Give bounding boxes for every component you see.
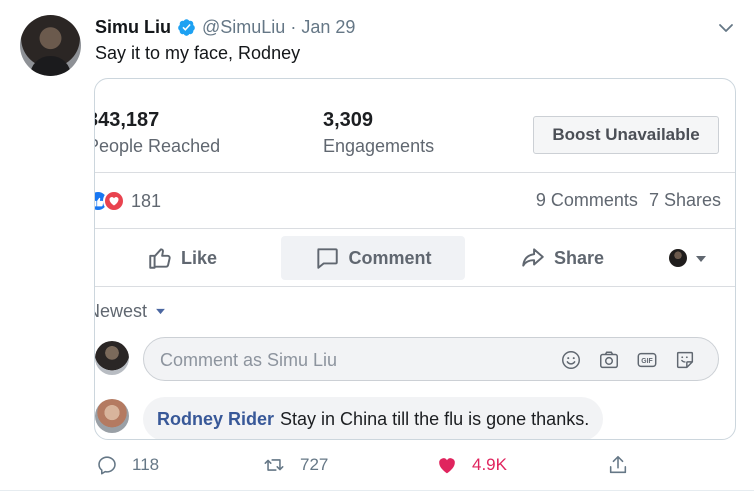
chevron-down-icon[interactable]	[716, 18, 736, 38]
reaction-count: 181	[131, 190, 162, 211]
comment-button[interactable]: Comment	[281, 236, 465, 280]
share-tweet-button[interactable]	[607, 452, 643, 478]
verified-badge-icon	[178, 18, 195, 36]
camera-icon[interactable]	[598, 349, 620, 371]
author-name[interactable]: Simu Liu	[95, 17, 171, 38]
like-button[interactable]: Like	[127, 236, 237, 280]
page-avatar-selector[interactable]	[669, 249, 687, 267]
thumbs-up-icon	[149, 248, 171, 269]
share-button[interactable]: Share	[507, 236, 617, 280]
like-tweet-button[interactable]: 4.9K	[436, 452, 507, 478]
stat-people-reached: 343,187 People Reached	[94, 109, 221, 157]
caret-down-icon	[156, 308, 165, 315]
share-label: Share	[553, 247, 605, 268]
divider	[95, 172, 735, 173]
tweet-date[interactable]: Jan 29	[301, 17, 355, 38]
retweet-icon	[264, 459, 284, 471]
emoji-icon[interactable]	[560, 349, 582, 371]
comments-count[interactable]: 9 Comments	[536, 190, 638, 210]
commenter-avatar[interactable]	[95, 399, 129, 433]
like-count: 4.9K	[472, 455, 507, 474]
comment-text: Stay in China till the flu is gone thank…	[280, 408, 590, 429]
comment-author[interactable]: Rodney Rider	[157, 409, 274, 430]
reply-count: 118	[132, 455, 160, 474]
comment-input-box[interactable]: GIF	[143, 337, 719, 381]
author-avatar[interactable]	[20, 15, 81, 76]
comment-label: Comment	[348, 247, 432, 268]
facebook-screenshot-card[interactable]: 343,187 People Reached 3,309 Engagements…	[94, 78, 736, 440]
reply-icon	[98, 456, 116, 475]
caret-down-icon[interactable]	[695, 255, 707, 263]
tweet-text: Say it to my face, Rodney	[95, 43, 301, 63]
divider	[95, 286, 735, 287]
stat-label: Engagements	[323, 136, 435, 156]
sticker-icon[interactable]	[674, 349, 696, 371]
stat-label: People Reached	[94, 136, 221, 156]
shares-count[interactable]: 7 Shares	[649, 190, 721, 210]
comment-bubble-icon	[317, 248, 339, 269]
tweet-header: Simu Liu @SimuLiu · Jan 29	[95, 16, 355, 38]
share-upload-icon	[609, 455, 627, 474]
tweet[interactable]: Simu Liu @SimuLiu · Jan 29 Say it to my …	[0, 0, 754, 491]
sort-label: Newest	[95, 301, 148, 321]
engagement-counts: 9 Comments 7 Shares	[536, 190, 721, 211]
comment-bubble: Rodney Rider Stay in China till the flu …	[143, 397, 604, 439]
svg-text:GIF: GIF	[641, 358, 652, 365]
reply-button[interactable]: 118	[96, 452, 159, 478]
stat-value: 3,309	[323, 109, 374, 131]
share-arrow-icon	[522, 248, 544, 267]
retweet-count: 727	[300, 455, 329, 474]
comment-sort-dropdown[interactable]: Newest	[95, 301, 166, 322]
comment-input[interactable]	[160, 348, 540, 372]
author-handle[interactable]: @SimuLiu	[202, 17, 285, 38]
boost-button[interactable]: Boost Unavailable	[533, 116, 719, 154]
retweet-button[interactable]: 727	[262, 452, 328, 478]
reactions-summary[interactable]: 181	[95, 189, 162, 213]
header-separator: ·	[290, 16, 297, 37]
stat-engagements: 3,309 Engagements	[323, 109, 434, 157]
love-reaction-icon	[103, 190, 125, 212]
gif-icon[interactable]: GIF	[636, 349, 658, 371]
like-label: Like	[180, 247, 218, 268]
current-user-avatar[interactable]	[95, 341, 129, 375]
divider	[95, 228, 735, 229]
heart-icon	[439, 458, 455, 474]
stat-value: 343,187	[94, 109, 160, 131]
